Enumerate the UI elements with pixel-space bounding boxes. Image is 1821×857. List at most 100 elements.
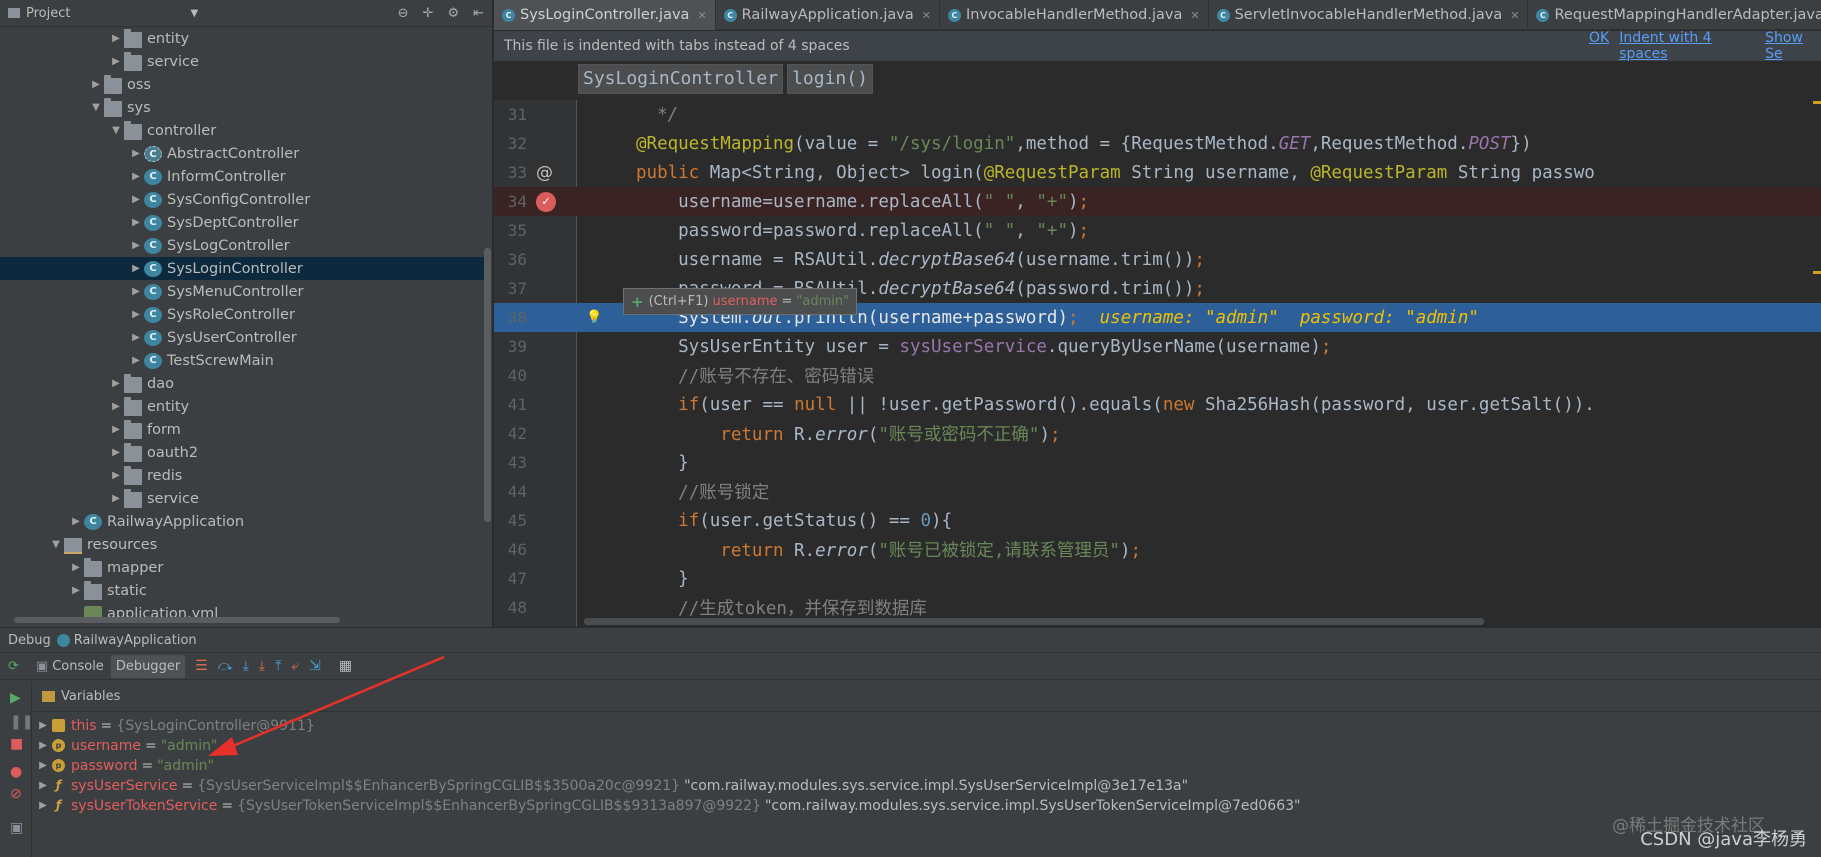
- code-line[interactable]: 42 return R.error("账号或密码不正确");: [494, 419, 1821, 448]
- evaluate-expression-icon[interactable]: ▦: [339, 658, 352, 674]
- chevron-right-icon[interactable]: ▶: [68, 585, 84, 596]
- lightbulb-icon[interactable]: 💡: [586, 310, 602, 325]
- step-over-icon[interactable]: ⤼: [218, 658, 233, 674]
- project-horizontal-scrollbar[interactable]: [14, 617, 340, 623]
- chevron-right-icon[interactable]: ▶: [68, 516, 84, 527]
- chevron-right-icon[interactable]: ▶: [108, 401, 124, 412]
- chevron-right-icon[interactable]: ▶: [128, 263, 144, 274]
- drop-frame-icon[interactable]: ⤶: [291, 658, 299, 674]
- code-text[interactable]: username=username.replaceAll(" ", "+");: [636, 192, 1089, 212]
- close-icon[interactable]: ✕: [697, 9, 706, 22]
- code-line[interactable]: 40 //账号不存在、密码错误: [494, 361, 1821, 390]
- tree-item[interactable]: ▼ sys: [0, 96, 484, 119]
- code-text[interactable]: password=password.replaceAll(" ", "+");: [636, 221, 1089, 241]
- step-into-icon[interactable]: ⤓: [243, 658, 249, 674]
- tab-console[interactable]: ▣ Console: [31, 655, 109, 678]
- code-text[interactable]: username = RSAUtil.decryptBase64(usernam…: [636, 250, 1205, 270]
- line-number[interactable]: 38: [497, 308, 527, 327]
- chevron-right-icon[interactable]: ▶: [108, 470, 124, 481]
- chevron-right-icon[interactable]: ▶: [128, 148, 144, 159]
- tree-item[interactable]: ▶ service: [0, 487, 484, 510]
- chevron-down-icon[interactable]: ▼: [48, 539, 64, 550]
- chevron-right-icon[interactable]: ▶: [34, 780, 52, 791]
- tree-item[interactable]: ▶ C TestScrewMain: [0, 349, 484, 372]
- tree-item[interactable]: ▶ C SysLogController: [0, 234, 484, 257]
- chevron-right-icon[interactable]: ▶: [108, 447, 124, 458]
- tree-item[interactable]: ▶ C SysConfigController: [0, 188, 484, 211]
- chevron-right-icon[interactable]: ▶: [88, 79, 104, 90]
- editor-tab[interactable]: C ServletInvocableHandlerMethod.java ✕: [1209, 0, 1529, 30]
- debug-config-name[interactable]: RailwayApplication: [74, 633, 197, 648]
- run-to-cursor-icon[interactable]: ⇲: [309, 658, 321, 674]
- code-text[interactable]: */: [636, 105, 678, 125]
- chevron-down-icon[interactable]: ▼: [108, 125, 124, 136]
- code-line[interactable]: 36 username = RSAUtil.decryptBase64(user…: [494, 245, 1821, 274]
- scroll-from-source-icon[interactable]: ✛: [423, 6, 434, 21]
- tree-item[interactable]: ▶ form: [0, 418, 484, 441]
- chevron-right-icon[interactable]: ▶: [108, 378, 124, 389]
- project-title[interactable]: Project: [26, 6, 70, 21]
- code-line[interactable]: 33 public Map<String, Object> login(@Requ…: [494, 158, 1821, 187]
- line-number[interactable]: 34: [497, 192, 527, 211]
- chevron-right-icon[interactable]: ▶: [68, 562, 84, 573]
- tree-item[interactable]: ▶ static: [0, 579, 484, 602]
- tree-item[interactable]: ▶ service: [0, 50, 484, 73]
- code-line[interactable]: 41 if(user == null || !user.getPassword(…: [494, 390, 1821, 419]
- line-number[interactable]: 48: [497, 598, 527, 617]
- code-line[interactable]: 35 password=password.replaceAll(" ", "+"…: [494, 216, 1821, 245]
- code-text[interactable]: }: [636, 569, 689, 589]
- chevron-right-icon[interactable]: ▶: [128, 332, 144, 343]
- notice-show-link[interactable]: Show Se: [1765, 30, 1821, 62]
- line-number[interactable]: 45: [497, 511, 527, 530]
- code-text[interactable]: }: [636, 453, 689, 473]
- tree-item[interactable]: ▶ C RailwayApplication: [0, 510, 484, 533]
- line-number[interactable]: 35: [497, 221, 527, 240]
- code-text[interactable]: return R.error("账号或密码不正确");: [636, 421, 1060, 446]
- resume-icon[interactable]: ▶: [10, 690, 21, 706]
- editor-tab[interactable]: CRequestMappingHandlerAdapter.java✕: [1528, 0, 1821, 30]
- line-number[interactable]: 40: [497, 366, 527, 385]
- tree-item[interactable]: ▼ resources: [0, 533, 484, 556]
- chevron-right-icon[interactable]: ▶: [108, 56, 124, 67]
- mute-breakpoints-icon[interactable]: ⊘: [10, 786, 22, 802]
- chevron-down-icon[interactable]: ▼: [88, 102, 104, 113]
- tree-item[interactable]: ▶ entity: [0, 395, 484, 418]
- tree-item[interactable]: ▶ C SysRoleController: [0, 303, 484, 326]
- tab-debugger[interactable]: Debugger: [110, 654, 186, 678]
- editor-horizontal-scrollbar[interactable]: [584, 618, 1484, 625]
- chevron-right-icon[interactable]: ▶: [128, 217, 144, 228]
- line-number[interactable]: 37: [497, 279, 527, 298]
- code-line[interactable]: 32 @RequestMapping(value = "/sys/login",m…: [494, 129, 1821, 158]
- chevron-right-icon[interactable]: ▶: [34, 720, 52, 731]
- breakpoint-icon[interactable]: ✓: [536, 191, 556, 212]
- rerun-icon[interactable]: ⟳: [8, 659, 19, 674]
- code-text[interactable]: SysUserEntity user = sysUserService.quer…: [636, 337, 1331, 357]
- tree-item[interactable]: ▶ C SysDeptController: [0, 211, 484, 234]
- breadcrumb-method[interactable]: login(): [787, 64, 873, 94]
- line-number[interactable]: 33: [497, 163, 527, 182]
- code-line[interactable]: 39 SysUserEntity user = sysUserService.q…: [494, 332, 1821, 361]
- code-text[interactable]: return R.error("账号已被锁定,请联系管理员");: [636, 537, 1141, 562]
- tree-item[interactable]: ▶ C SysLoginController: [0, 257, 484, 280]
- code-text[interactable]: //账号不存在、密码错误: [636, 363, 874, 388]
- code-text[interactable]: public Map<String, Object> login(@Reques…: [636, 163, 1595, 183]
- quick-evaluate-tooltip[interactable]: + (Ctrl+F1) username = "admin": [623, 288, 858, 315]
- chevron-right-icon[interactable]: ▶: [128, 309, 144, 320]
- code-line[interactable]: 47 }: [494, 564, 1821, 593]
- line-number[interactable]: 32: [497, 134, 527, 153]
- breadcrumb-class[interactable]: SysLoginController: [578, 64, 784, 94]
- close-icon[interactable]: ✕: [1510, 9, 1519, 22]
- notice-indent-link[interactable]: Indent with 4 spaces: [1619, 30, 1755, 62]
- chevron-down-icon[interactable]: ▼: [190, 8, 198, 19]
- error-stripe-mark[interactable]: [1813, 101, 1821, 104]
- notice-ok-link[interactable]: OK: [1589, 30, 1609, 62]
- code-line[interactable]: 46 return R.error("账号已被锁定,请联系管理员");: [494, 535, 1821, 564]
- close-icon[interactable]: ✕: [922, 9, 931, 22]
- stop-icon[interactable]: ■: [10, 736, 23, 752]
- code-line[interactable]: 31 */: [494, 100, 1821, 129]
- chevron-right-icon[interactable]: ▶: [128, 286, 144, 297]
- close-icon[interactable]: ✕: [1190, 9, 1199, 22]
- collapse-all-icon[interactable]: ⊖: [398, 6, 409, 21]
- tree-item[interactable]: ▶ C InformController: [0, 165, 484, 188]
- editor-tab[interactable]: C SysLoginController.java ✕: [494, 0, 716, 30]
